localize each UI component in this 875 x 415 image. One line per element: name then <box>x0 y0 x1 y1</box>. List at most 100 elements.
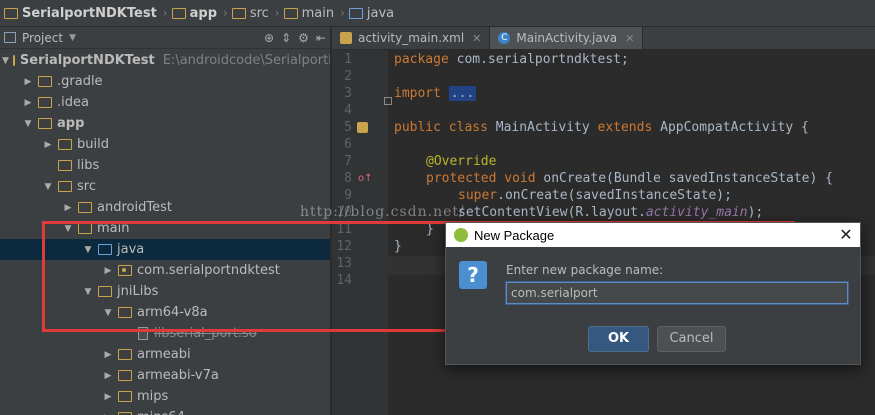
chevron-down-icon[interactable]: ▼ <box>69 33 76 43</box>
package-icon <box>118 265 132 276</box>
tree-node-label: jniLibs <box>117 284 159 299</box>
tree-node-label: .idea <box>57 95 89 110</box>
line-number: 11 <box>336 222 352 237</box>
code-line-5[interactable]: public class MainActivity extends AppCom… <box>394 120 809 135</box>
chevron-right-icon[interactable]: ▶ <box>62 203 74 213</box>
editor-tabs: activity_main.xml ✕ C MainActivity.java … <box>332 27 875 50</box>
breadcrumb-item[interactable]: main › <box>282 0 347 27</box>
tree-node[interactable]: ▶ armeabi <box>0 344 330 365</box>
chevron-right-icon[interactable]: ▶ <box>102 350 114 360</box>
chevron-right-icon[interactable]: ▶ <box>102 392 114 402</box>
line-number: 12 <box>336 239 352 254</box>
run-class-icon[interactable] <box>357 122 368 133</box>
tree-node-label: androidTest <box>97 200 172 215</box>
tree-node[interactable]: ▼ src <box>0 176 330 197</box>
scroll-from-source-icon[interactable]: ⊕ <box>264 31 274 45</box>
ok-button[interactable]: OK <box>588 326 649 352</box>
code-line-3[interactable]: import ... <box>394 86 477 101</box>
folder-icon <box>98 286 112 297</box>
breadcrumb-item[interactable]: src › <box>230 0 282 27</box>
tree-node[interactable]: libserial_port.so <box>0 323 330 344</box>
tree-node[interactable]: ▶ mips <box>0 386 330 407</box>
chevron-down-icon[interactable]: ▼ <box>62 224 74 234</box>
tree-node[interactable]: ▼ java <box>0 239 330 260</box>
close-icon[interactable]: ✕ <box>472 32 481 45</box>
folder-icon <box>231 7 246 19</box>
folder-icon <box>38 118 52 129</box>
chevron-down-icon[interactable]: ▼ <box>2 56 9 66</box>
fold-expand-icon[interactable] <box>384 97 392 105</box>
tree-node[interactable]: ▶ androidTest <box>0 197 330 218</box>
chevron-right-icon[interactable]: ▶ <box>22 77 34 87</box>
tree-node[interactable]: ▶mips64 <box>0 407 330 415</box>
breadcrumb-item[interactable]: app › <box>170 0 230 27</box>
chevron-down-icon[interactable]: ▼ <box>102 308 114 318</box>
breadcrumb: SerialportNDKTest › app › src › main › java <box>0 0 875 27</box>
line-number: 4 <box>344 103 352 118</box>
folder-icon <box>58 181 72 192</box>
line-number: 7 <box>344 154 352 169</box>
project-pane-header: Project ▼ ⊕ ⇕ ⚙ ⇤ <box>0 27 330 49</box>
tree-node-path: E:\androidcode\SerialportND <box>162 53 331 68</box>
code-line-1[interactable]: package com.serialportndktest; <box>394 52 629 67</box>
breadcrumb-item[interactable]: java <box>347 0 396 27</box>
tree-node-label: arm64-v8a <box>137 305 208 320</box>
android-studio-icon <box>454 228 468 242</box>
chevron-down-icon[interactable]: ▼ <box>82 245 94 255</box>
tree-node-label: app <box>57 116 85 131</box>
close-icon[interactable]: ✕ <box>832 225 860 245</box>
tree-node[interactable]: ▶ com.serialportndktest <box>0 260 330 281</box>
code-line-10[interactable]: super.onCreate(savedInstanceState); <box>458 188 732 203</box>
project-view-selector[interactable]: Project <box>22 31 63 45</box>
tree-node[interactable]: libs <box>0 155 330 176</box>
chevron-down-icon[interactable]: ▼ <box>82 287 94 297</box>
tree-node-label: SerialportNDKTest <box>19 53 155 68</box>
close-icon[interactable]: ✕ <box>625 32 634 45</box>
tree-node-label: build <box>77 137 109 152</box>
chevron-down-icon[interactable]: ▼ <box>22 119 34 129</box>
code-line-12[interactable]: } <box>426 222 434 237</box>
chevron-right-icon[interactable]: ▶ <box>102 266 114 276</box>
cancel-button[interactable]: Cancel <box>657 326 726 352</box>
tab-activity-main-xml[interactable]: activity_main.xml ✕ <box>332 27 491 49</box>
tree-node[interactable]: ▼ SerialportNDKTest E:\androidcode\Serialp… <box>0 50 331 71</box>
tree-node-label: java <box>117 242 145 257</box>
tree-node[interactable]: ▶ .gradle <box>0 71 330 92</box>
tree-node[interactable]: ▼ arm64-v8a <box>0 302 330 323</box>
gear-icon[interactable]: ⚙ <box>298 31 309 45</box>
tree-node-label: libs <box>77 158 100 173</box>
folder-icon <box>38 76 52 87</box>
tree-node[interactable]: ▶ armeabi-v7a <box>0 365 330 386</box>
folder-icon <box>58 139 72 150</box>
tab-main-activity-java[interactable]: C MainActivity.java ✕ <box>490 27 644 49</box>
project-icon <box>4 32 16 43</box>
tree-node[interactable]: ▶ .idea <box>0 92 330 113</box>
package-name-input[interactable]: com.serialport <box>506 282 848 304</box>
tree-node-label: armeabi <box>137 347 191 362</box>
code-line-8[interactable]: @Override <box>426 154 496 169</box>
folder-icon <box>4 7 18 19</box>
code-line-13[interactable]: } <box>394 239 402 254</box>
breadcrumb-label: app <box>189 5 217 21</box>
chevron-right-icon[interactable]: ▶ <box>42 140 54 150</box>
folder-blue-icon <box>348 7 363 19</box>
chevron-down-icon[interactable]: ▼ <box>42 182 54 192</box>
folder-icon <box>118 349 132 360</box>
chevron-right-icon[interactable]: ▶ <box>102 371 114 381</box>
hide-pane-icon[interactable]: ⇤ <box>316 31 326 45</box>
code-line-9[interactable]: protected void onCreate(Bundle savedInst… <box>426 171 833 186</box>
tree-node[interactable]: ▼ jniLibs <box>0 281 330 302</box>
override-marker-icon[interactable]: o↑ <box>358 173 373 184</box>
tree-node-label: com.serialportndktest <box>137 263 280 278</box>
collapse-all-icon[interactable]: ⇕ <box>281 31 291 45</box>
tree-node-label: libserial_port.so <box>154 326 257 341</box>
folded-imports[interactable]: ... <box>448 86 477 101</box>
tab-label: MainActivity.java <box>516 31 618 45</box>
breadcrumb-item[interactable]: SerialportNDKTest › <box>2 0 170 27</box>
tree-node[interactable]: ▼ app <box>0 113 330 134</box>
tree-node[interactable]: ▶ build <box>0 134 330 155</box>
tree-node[interactable]: ▼ main <box>0 218 330 239</box>
folder-icon <box>38 97 52 108</box>
code-line-11[interactable]: setContentView(R.layout.activity_main); <box>458 205 763 220</box>
chevron-right-icon[interactable]: ▶ <box>22 98 34 108</box>
